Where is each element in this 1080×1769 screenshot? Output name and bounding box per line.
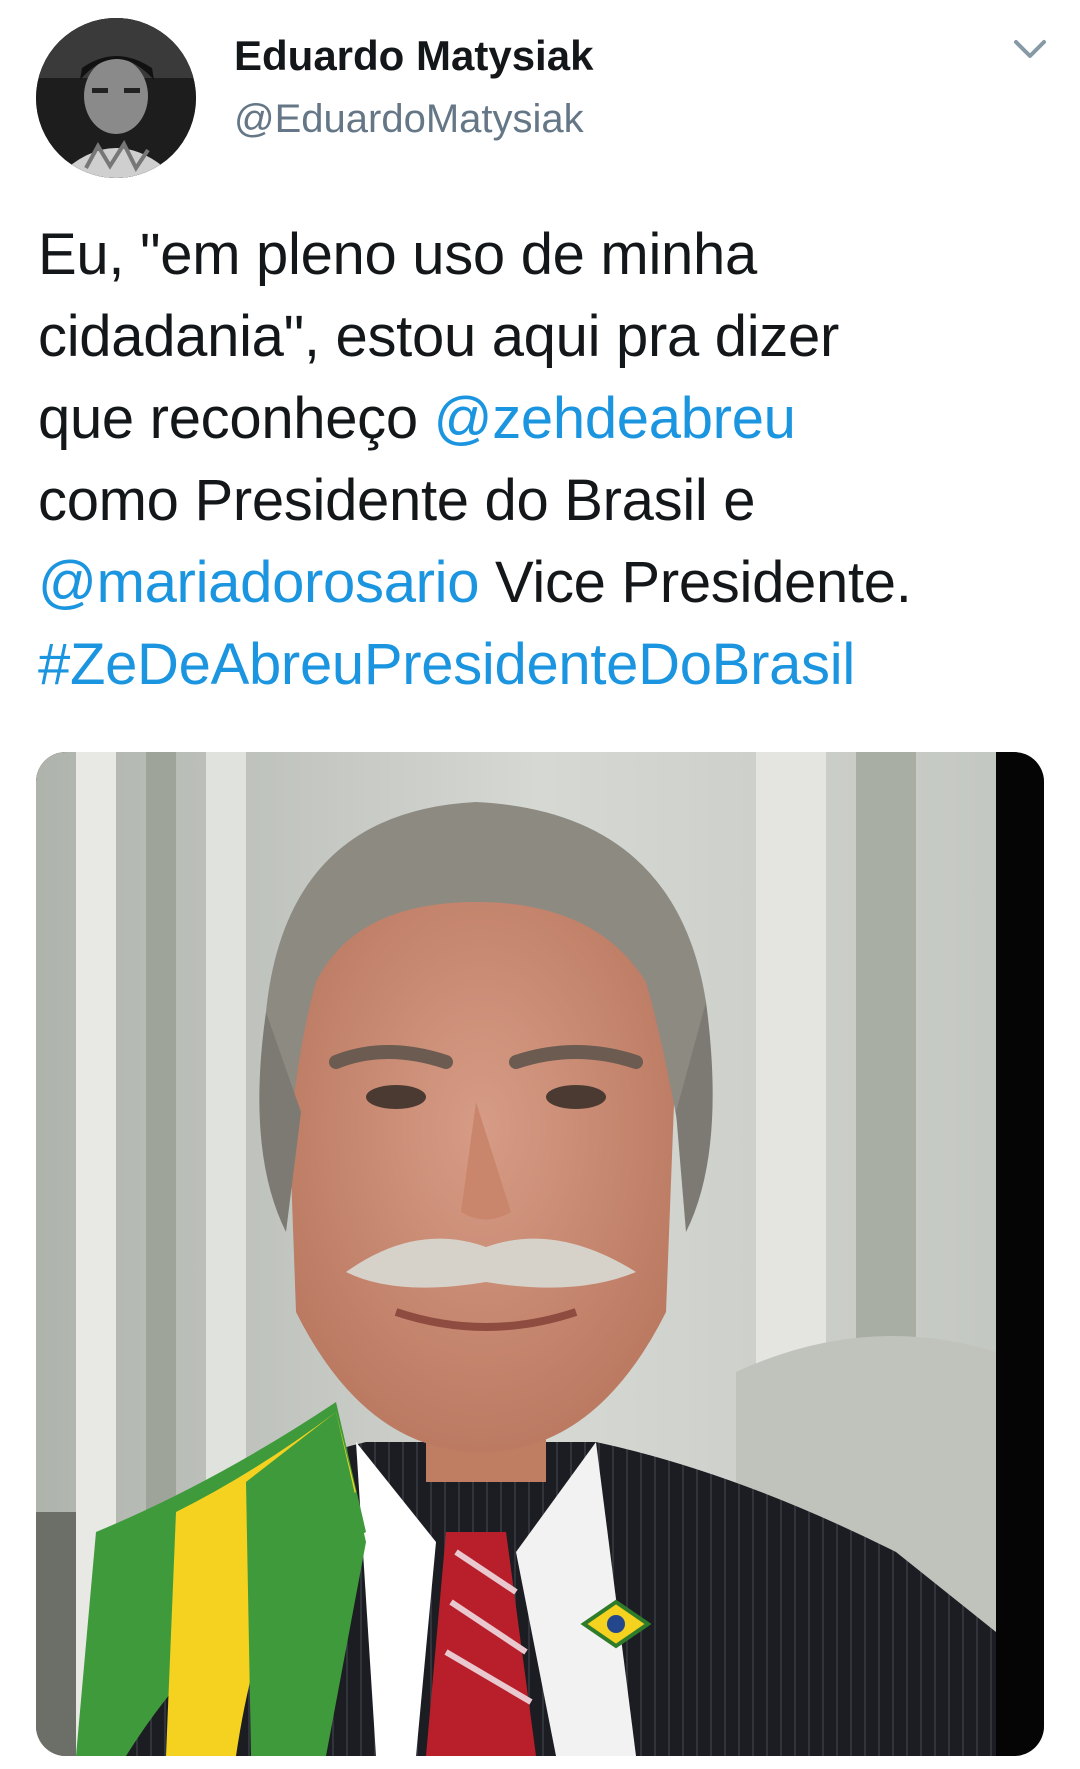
text-segment: cidadania", estou aqui pra dizer [38,304,839,369]
tweet-text: Eu, "em pleno uso de minha cidadania", e… [38,214,1048,706]
hashtag-link[interactable]: #ZeDeAbreuPresidenteDoBrasil [38,632,855,697]
text-segment: Eu, "em pleno uso de minha [38,222,757,287]
tweet-text-line: que reconheço @zehdeabreu [38,378,1048,460]
tweet-text-line: como Presidente do Brasil e [38,460,1048,542]
author-display-name[interactable]: Eduardo Matysiak [234,30,593,82]
photo-content [36,752,1044,1756]
tweet-text-line: cidadania", estou aqui pra dizer [38,296,1048,378]
tweet-text-line: @mariadorosario Vice Presidente. [38,542,1048,624]
avatar-photo [36,18,196,178]
tweet-text-line: Eu, "em pleno uso de minha [38,214,1048,296]
author-handle[interactable]: @EduardoMatysiak [234,90,593,148]
text-segment: que reconheço [38,386,434,451]
mention-link[interactable]: @mariadorosario [38,550,480,615]
tweet-header: Eduardo Matysiak @EduardoMatysiak [234,30,593,148]
mention-link[interactable]: @zehdeabreu [434,386,796,451]
text-segment: Vice Presidente. [479,550,912,615]
text-segment: como Presidente do Brasil e [38,468,756,533]
author-avatar[interactable] [36,18,196,178]
tweet-media-photo[interactable] [36,752,1044,1756]
tweet: Eduardo Matysiak @EduardoMatysiak Eu, "e… [0,0,1080,1769]
chevron-down-icon[interactable] [1010,34,1050,64]
tweet-text-line: #ZeDeAbreuPresidenteDoBrasil [38,624,1048,706]
